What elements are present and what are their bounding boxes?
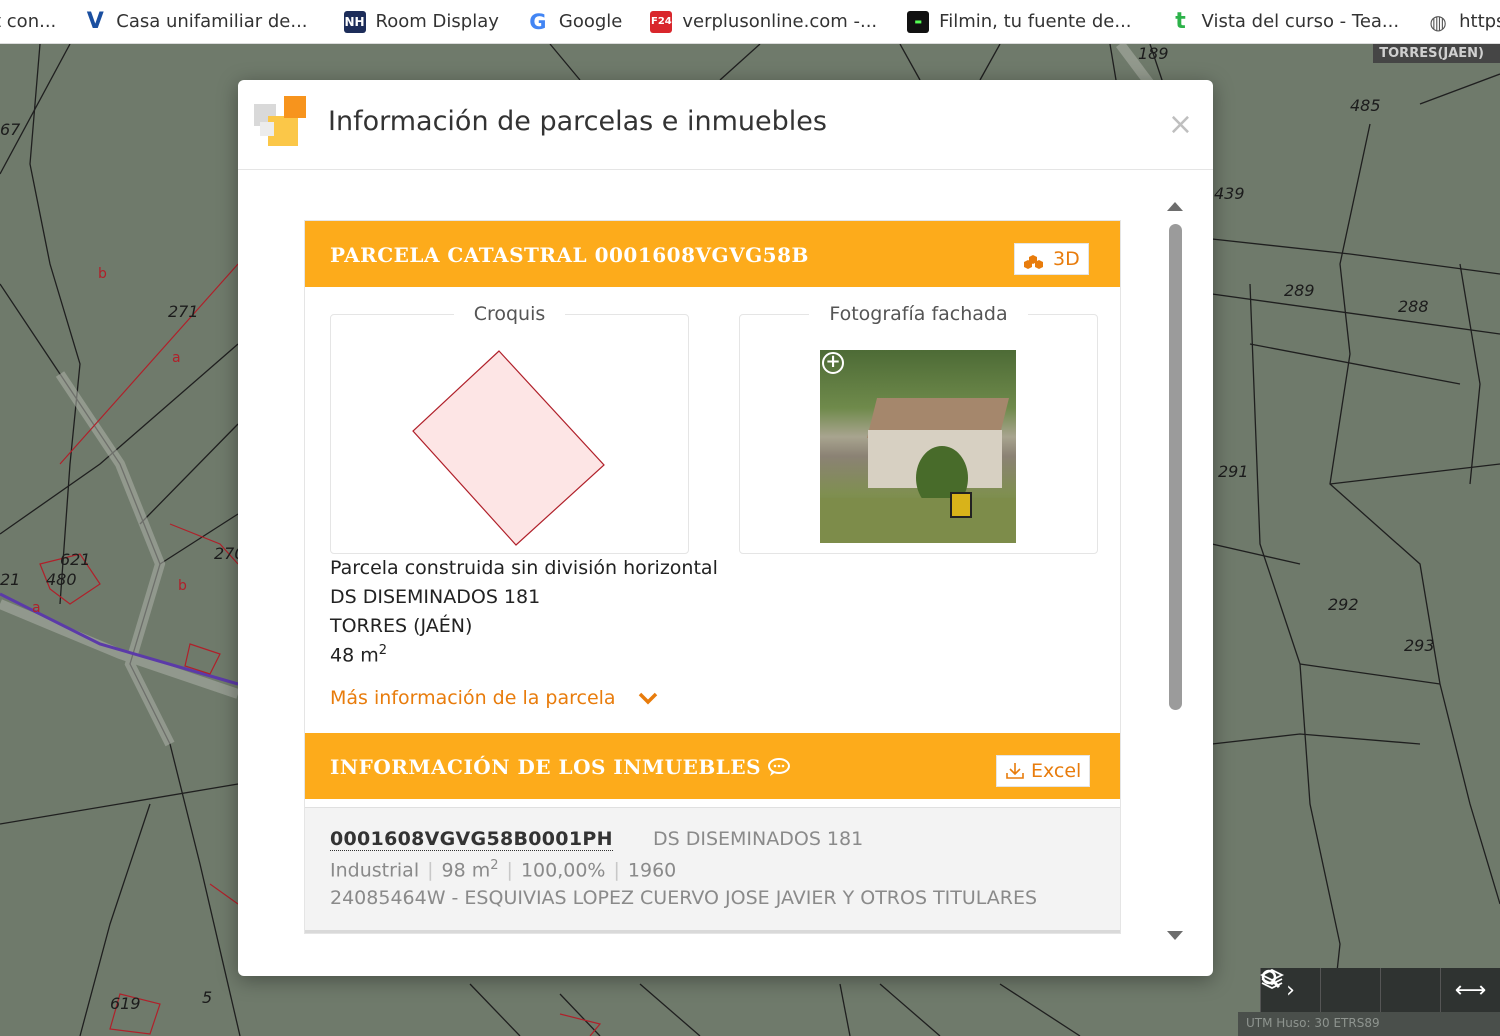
view-3d-button[interactable]: 3D: [1014, 243, 1089, 275]
scroll-up-arrow[interactable]: [1167, 202, 1183, 211]
map-label: 621: [60, 550, 91, 569]
zoom-plus-icon[interactable]: +: [822, 352, 844, 374]
arrows-horizontal-icon[interactable]: ⟷: [1440, 968, 1500, 1012]
dialog-title: Información de parcelas e inmuebles: [328, 106, 827, 137]
map-label: 293: [1404, 636, 1435, 655]
bookmark-item[interactable]: V Casa unifamiliar de...: [84, 0, 321, 43]
more-parcel-info-link[interactable]: Más información de la parcela: [330, 687, 658, 709]
map-label: 485: [1350, 96, 1381, 115]
map-label: b: [178, 578, 187, 594]
comment-icon[interactable]: [767, 757, 791, 777]
bookmark-item[interactable]: G Google: [527, 0, 636, 43]
catastro-logo-icon: [254, 96, 306, 146]
bookmark-item[interactable]: t con...: [0, 0, 70, 43]
parcel-header-bar: PARCELA CATASTRAL 0001608VGVG58B 3D: [305, 221, 1120, 287]
map-label: 271: [168, 302, 199, 321]
parcel-town: TORRES (JAÉN): [330, 615, 473, 637]
bookmarks-bar: t con... V Casa unifamiliar de... NH Roo…: [0, 0, 1500, 44]
map-label: 291: [1218, 462, 1249, 481]
map-toolbar: › ⟷: [1260, 968, 1500, 1012]
facade-photo[interactable]: +: [820, 350, 1016, 543]
f24-icon: F24: [650, 10, 673, 33]
map-projection-footer: UTM Huso: 30 ETRS89: [1238, 1012, 1500, 1036]
parcel-panel: PARCELA CATASTRAL 0001608VGVG58B 3D Croq…: [304, 220, 1121, 934]
google-icon: G: [529, 9, 547, 34]
close-icon[interactable]: ×: [1168, 110, 1193, 140]
map-label: a: [172, 350, 181, 366]
parcel-area: 48 m2: [330, 643, 388, 667]
parcel-address: DS DISEMINADOS 181: [330, 586, 541, 608]
map-label: 21: [0, 570, 21, 589]
bookmark-item[interactable]: ▬ Filmin, tu fuente de...: [907, 0, 1145, 43]
map-label: 619: [110, 994, 141, 1013]
scrollbar-thumb[interactable]: [1169, 224, 1182, 710]
map-label: 5: [202, 988, 213, 1007]
bookmark-item[interactable]: ◍ https://e: [1427, 0, 1500, 43]
facade-photo-label: Fotografía fachada: [809, 303, 1028, 325]
layers-icon[interactable]: [1260, 968, 1440, 1012]
t-icon: t: [1175, 9, 1186, 34]
dialog-header: Información de parcelas e inmuebles ×: [238, 80, 1213, 170]
bookmark-item[interactable]: t Vista del curso - Tea...: [1170, 0, 1414, 43]
map-label: b: [98, 266, 107, 282]
property-owner: 24085464W - ESQUIVIAS LOPEZ CUERVO JOSE …: [330, 887, 1038, 909]
chevron-down-icon: [638, 692, 657, 705]
map-label: 289: [1284, 281, 1315, 300]
parcel-header-title: PARCELA CATASTRAL 0001608VGVG58B: [330, 243, 809, 267]
croquis-box: Croquis: [330, 303, 689, 554]
parcel-type: Parcela construida sin división horizont…: [330, 557, 718, 579]
download-icon: [1006, 763, 1024, 779]
map-label: 288: [1398, 297, 1429, 316]
map-label: a: [32, 600, 41, 616]
filmin-icon: ▬: [907, 10, 930, 33]
export-excel-button[interactable]: Excel: [996, 755, 1091, 787]
municipality-badge: TORRES(JAEN): [1373, 44, 1500, 63]
properties-header-title: INFORMACIÓN DE LOS INMUEBLES: [330, 755, 762, 779]
property-details: Industrial | 98 m2 | 100,00% | 1960: [330, 858, 677, 882]
scroll-down-arrow[interactable]: [1167, 931, 1183, 940]
parcel-info-dialog: Información de parcelas e inmuebles × PA…: [238, 80, 1213, 976]
globe-icon: ◍: [1429, 9, 1447, 34]
facade-photo-box: Fotografía fachada +: [739, 303, 1098, 554]
parcel-sketch: [412, 350, 605, 546]
property-address: DS DISEMINADOS 181: [653, 828, 864, 850]
properties-header-bar: INFORMACIÓN DE LOS INMUEBLES Excel: [305, 733, 1120, 799]
search-zoom-icon[interactable]: [1261, 968, 1380, 1012]
bookmark-item[interactable]: F24 verplusonline.com -...: [650, 0, 891, 43]
map-label: 439: [1214, 184, 1245, 203]
bookmark-item[interactable]: NH Room Display: [343, 0, 513, 43]
map-label: 189: [1138, 44, 1169, 63]
croquis-label: Croquis: [453, 303, 566, 325]
map-label: 292: [1328, 595, 1359, 614]
property-ref-link[interactable]: 0001608VGVG58B0001PH: [330, 828, 613, 851]
cubes-icon: [1024, 255, 1043, 269]
map-label: 67: [0, 120, 21, 139]
v-logo-icon: V: [86, 9, 104, 34]
property-card: 0001608VGVG58B0001PH DS DISEMINADOS 181 …: [305, 807, 1120, 933]
map-label: 480: [46, 570, 77, 589]
nh-icon: NH: [343, 10, 366, 33]
